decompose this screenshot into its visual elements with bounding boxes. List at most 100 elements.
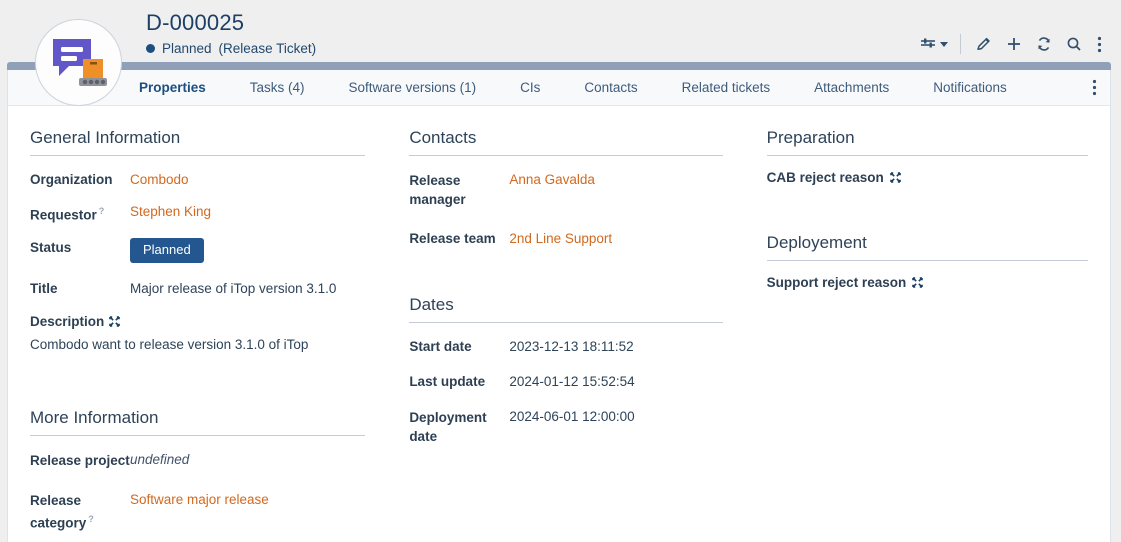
field-start-date: Start date 2023-12-13 18:11:52	[409, 337, 722, 355]
field-support-reject-reason: Support reject reason	[767, 275, 1088, 290]
field-label: Support reject reason	[767, 275, 907, 290]
field-label: Release category?	[30, 490, 130, 533]
search-icon	[1066, 36, 1082, 52]
field-label: Title	[30, 279, 130, 297]
section-title: Deployement	[767, 233, 1088, 260]
section-divider	[30, 435, 365, 436]
section-title: Dates	[409, 295, 722, 322]
section-contacts: Contacts Release manager Anna Gavalda Re…	[409, 128, 722, 247]
field-label: Release manager	[409, 170, 509, 209]
tab-cis[interactable]: CIs	[520, 70, 540, 106]
tab-list: Properties Tasks (4) Software versions (…	[139, 70, 1110, 105]
tab-overflow-button[interactable]	[1092, 79, 1097, 96]
refresh-button[interactable]	[1029, 30, 1059, 58]
field-label-text: Description	[30, 314, 104, 329]
field-label: Last update	[409, 372, 509, 390]
field-label: Start date	[409, 337, 509, 355]
header-toolbar	[916, 30, 1109, 58]
tab-software-versions[interactable]: Software versions (1)	[349, 70, 477, 106]
properties-panel: General Information Organization Combodo…	[7, 106, 1111, 542]
help-icon[interactable]: ?	[99, 206, 105, 216]
section-spacer	[30, 362, 365, 408]
release-ticket-icon	[49, 35, 109, 91]
section-preparation: Preparation CAB reject reason	[767, 128, 1088, 185]
refresh-icon	[1036, 36, 1052, 52]
object-class-label: (Release Ticket)	[219, 41, 317, 56]
section-divider	[409, 155, 722, 156]
header-title-block: D-000025 Planned (Release Ticket)	[146, 10, 316, 56]
expand-arrows-icon	[890, 172, 901, 183]
tab-tasks[interactable]: Tasks (4)	[250, 70, 305, 106]
tab-attachments[interactable]: Attachments	[814, 70, 889, 106]
field-value-deployment-date: 2024-06-01 12:00:00	[509, 407, 634, 446]
page-header: D-000025 Planned (Release Ticket)	[0, 0, 1121, 64]
field-label: Description	[30, 314, 365, 329]
field-label: CAB reject reason	[767, 170, 884, 185]
expand-arrows-icon	[912, 277, 923, 288]
edit-button[interactable]	[969, 30, 999, 58]
new-button[interactable]	[999, 30, 1029, 58]
section-divider	[767, 260, 1088, 261]
field-value-release-category[interactable]: Software major release	[130, 490, 269, 533]
sliders-icon	[920, 37, 937, 52]
section-spacer	[409, 261, 722, 295]
field-value-release-manager[interactable]: Anna Gavalda	[509, 170, 595, 209]
section-more-information: More Information Release project undefin…	[30, 408, 365, 533]
field-organization: Organization Combodo	[30, 170, 365, 188]
release-ticket-page: D-000025 Planned (Release Ticket)	[0, 0, 1121, 542]
field-release-category: Release category? Software major release	[30, 490, 365, 533]
section-title: Contacts	[409, 128, 722, 155]
object-subtitle: Planned (Release Ticket)	[146, 41, 316, 56]
field-value-description: Combodo want to release version 3.1.0 of…	[30, 336, 365, 354]
page-title: D-000025	[146, 10, 316, 36]
column-middle: Contacts Release manager Anna Gavalda Re…	[387, 128, 744, 542]
field-value-start-date: 2023-12-13 18:11:52	[509, 337, 633, 355]
search-button[interactable]	[1059, 30, 1089, 58]
field-value-last-update: 2024-01-12 15:52:54	[509, 372, 634, 390]
status-badge-wrap: Planned	[130, 238, 204, 263]
field-last-update: Last update 2024-01-12 15:52:54	[409, 372, 722, 390]
section-dates: Dates Start date 2023-12-13 18:11:52 Las…	[409, 295, 722, 446]
tab-related-tickets[interactable]: Related tickets	[682, 70, 771, 106]
more-actions-button[interactable]	[1089, 30, 1109, 58]
column-left: General Information Organization Combodo…	[8, 128, 387, 542]
vertical-dots-icon	[1092, 79, 1097, 96]
plus-icon	[1006, 36, 1022, 52]
expand-icon[interactable]	[109, 316, 120, 327]
expand-arrows-icon	[109, 316, 120, 327]
section-general-information: General Information Organization Combodo…	[30, 128, 365, 354]
field-release-project: Release project undefined	[30, 450, 365, 470]
status-text: Planned	[162, 41, 212, 56]
object-avatar	[35, 19, 122, 106]
chevron-down-icon	[940, 42, 948, 47]
toolbar-divider	[960, 34, 961, 54]
field-release-manager: Release manager Anna Gavalda	[409, 170, 722, 209]
view-options-button[interactable]	[916, 30, 952, 58]
expand-icon[interactable]	[912, 277, 923, 288]
field-value-organization[interactable]: Combodo	[130, 170, 189, 188]
help-icon[interactable]: ?	[88, 514, 94, 524]
tab-contacts[interactable]: Contacts	[584, 70, 637, 106]
section-divider	[409, 322, 722, 323]
vertical-dots-icon	[1097, 36, 1102, 53]
section-spacer	[767, 199, 1088, 233]
section-title: More Information	[30, 408, 365, 435]
field-label: Deployment date	[409, 407, 509, 446]
field-requestor: Requestor? Stephen King	[30, 202, 365, 224]
field-label-text: Requestor	[30, 208, 97, 223]
field-value-title: Major release of iTop version 3.1.0	[130, 279, 336, 297]
field-label: Status	[30, 238, 130, 263]
field-value-release-team[interactable]: 2nd Line Support	[509, 229, 612, 247]
field-value-requestor[interactable]: Stephen King	[130, 202, 211, 224]
expand-icon[interactable]	[890, 172, 901, 183]
field-label: Release team	[409, 229, 509, 247]
pencil-icon	[976, 36, 992, 52]
section-divider	[30, 155, 365, 156]
tab-notifications[interactable]: Notifications	[933, 70, 1007, 106]
field-cab-reject-reason: CAB reject reason	[767, 170, 1088, 185]
section-divider	[767, 155, 1088, 156]
field-title: Title Major release of iTop version 3.1.…	[30, 279, 365, 297]
tab-bar: Properties Tasks (4) Software versions (…	[7, 70, 1111, 106]
field-label: Organization	[30, 170, 130, 188]
tab-properties[interactable]: Properties	[139, 70, 206, 106]
